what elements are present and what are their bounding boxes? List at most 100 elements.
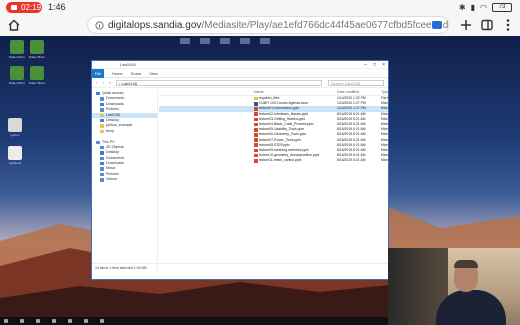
- url-host: digitalops.sandia.gov: [108, 20, 202, 31]
- taskbar-app-icon[interactable]: [20, 319, 24, 323]
- file-date: 8/16/2019 6:21 AM: [337, 158, 366, 163]
- tab-view[interactable]: View: [149, 71, 158, 76]
- tab-share[interactable]: Share: [131, 71, 142, 76]
- file-name: lecture11-mesh_control.pptx: [259, 158, 302, 163]
- taskbar-app-icon[interactable]: [36, 319, 40, 323]
- column-date[interactable]: Date modified: [337, 89, 359, 96]
- more-vertical-icon: [506, 19, 510, 31]
- system-icons: ✱ ▮ ◠ 73: [459, 2, 512, 13]
- status-bar: 02:19 1:46 ✱ ▮ ◠ 73: [0, 0, 520, 14]
- windows-taskbar: [0, 317, 388, 325]
- folder-icon: [100, 162, 104, 166]
- tab-file[interactable]: File: [92, 68, 104, 78]
- file-type-icon: [254, 122, 258, 127]
- video-overlay-controls: [180, 38, 270, 44]
- explorer-body: Quick access Documents Downloads Pictures La…: [92, 89, 388, 271]
- overlay-icon: [240, 38, 250, 44]
- start-icon[interactable]: [4, 319, 8, 323]
- folder-icon: [100, 108, 104, 112]
- presenter-hair: [454, 260, 478, 268]
- file-type-icon: [254, 133, 258, 137]
- folder-icon: [100, 113, 104, 117]
- folder-icon: [96, 140, 100, 144]
- column-type[interactable]: Type: [381, 89, 388, 96]
- file-rows: required_files1/14/2020 1:32 PMFile fold…: [159, 96, 388, 163]
- file-type-icon: [254, 159, 258, 163]
- desktop-icon-label: python: [10, 133, 20, 137]
- file-explorer-window: Lab0108 – □ × File Home Share View ‹ › ˄…: [91, 60, 389, 280]
- app-icon: [30, 40, 44, 54]
- window-title: Lab0108: [120, 62, 136, 67]
- menu-button[interactable]: [500, 17, 516, 33]
- bluetooth-icon: ✱: [458, 3, 466, 12]
- recording-indicator[interactable]: 02:19: [6, 2, 42, 13]
- mouse-cursor-icon: [182, 171, 185, 176]
- file-type-icon: [254, 101, 258, 106]
- overlay-icon: [260, 38, 270, 44]
- address-row: ‹ › ˄ › Lab0108 Search Lab0108: [92, 78, 388, 88]
- tab-switch-icon[interactable]: [432, 21, 442, 29]
- nav-item[interactable]: Videos: [92, 177, 157, 182]
- presenter-webcam: [388, 248, 520, 325]
- file-type-icon: [254, 148, 258, 153]
- file-type-icon: [254, 107, 258, 111]
- desktop-icon[interactable]: python: [4, 118, 26, 137]
- address-bar[interactable]: digitalops.sandia.gov/Mediasite/Play/ae1…: [87, 16, 449, 34]
- folder-icon: [96, 92, 100, 96]
- column-name[interactable]: Name: [254, 89, 264, 96]
- navigation-arrows-icon[interactable]: ‹ › ˄: [96, 80, 113, 85]
- file-list: Name Date modified Type required_files 1/…: [159, 89, 388, 271]
- battery-icon: 73: [492, 3, 512, 12]
- taskbar-app-icon[interactable]: [68, 319, 72, 323]
- app-icon: [10, 40, 24, 54]
- folder-icon: [100, 118, 104, 123]
- folder-path-input[interactable]: › Lab0108: [116, 80, 322, 86]
- desktop-icon[interactable]: notebook: [4, 146, 26, 165]
- video-player[interactable]: Dialer Micro Dialer Micro Dialer Micro D…: [0, 36, 520, 325]
- record-icon: [11, 5, 17, 10]
- folder-icon: [100, 172, 104, 177]
- info-icon: [95, 21, 104, 30]
- home-icon: [8, 19, 20, 31]
- tab-home[interactable]: Home: [112, 71, 123, 76]
- ribbon-tabs: File Home Share View: [92, 68, 388, 78]
- desktop-icon-label: Dialer Micro: [8, 55, 25, 59]
- desktop-icon[interactable]: Dialer Micro: [6, 66, 28, 85]
- desktop-icon[interactable]: Dialer Micro: [6, 40, 28, 59]
- window-title-bar[interactable]: Lab0108 – □ ×: [92, 61, 388, 69]
- minimize-icon[interactable]: –: [364, 62, 367, 68]
- taskbar-app-icon[interactable]: [84, 319, 88, 323]
- home-button[interactable]: [6, 17, 22, 33]
- file-type-icon: [254, 127, 258, 132]
- overlay-icon: [200, 38, 210, 44]
- overlay-icon: [180, 38, 190, 44]
- file-type-icon: [254, 96, 258, 101]
- folder-icon: [100, 156, 104, 161]
- folder-icon: [100, 151, 104, 155]
- folder-search-input[interactable]: Search Lab0108: [328, 80, 384, 86]
- desktop-icon-label: Dialer Micro: [8, 81, 25, 85]
- file-row[interactable]: lecture11-mesh_control.pptx 8/16/2019 6:2…: [159, 158, 388, 163]
- file-type-icon: [254, 138, 258, 142]
- maximize-icon[interactable]: □: [373, 62, 376, 68]
- url-path: /Mediasite/Play/ae1efd766dc44f45ae0677cf…: [201, 20, 449, 31]
- status-clock: 1:46: [48, 2, 66, 12]
- desktop-icon[interactable]: Dialer Micro: [26, 66, 48, 85]
- folder-icon: [100, 102, 104, 107]
- taskbar-app-icon[interactable]: [52, 319, 56, 323]
- folder-icon: [100, 145, 104, 150]
- app-icon: [10, 66, 24, 80]
- signal-icon: ▮: [470, 3, 476, 12]
- file-icon: [8, 146, 22, 160]
- new-tab-button[interactable]: [458, 17, 474, 33]
- app-icon: [30, 66, 44, 80]
- desktop-icon[interactable]: Dialer Micro: [26, 40, 48, 59]
- taskbar-app-icon[interactable]: [100, 319, 104, 323]
- nav-item-label: Videos: [106, 177, 117, 182]
- url-text: digitalops.sandia.gov/Mediasite/Play/ae1…: [108, 20, 448, 32]
- recording-time: 02:19: [21, 3, 42, 12]
- tabs-button[interactable]: [479, 17, 495, 33]
- close-icon[interactable]: ×: [382, 62, 385, 68]
- column-headers: Name Date modified Type: [159, 89, 388, 96]
- browser-toolbar: digitalops.sandia.gov/Mediasite/Play/ae1…: [0, 14, 520, 36]
